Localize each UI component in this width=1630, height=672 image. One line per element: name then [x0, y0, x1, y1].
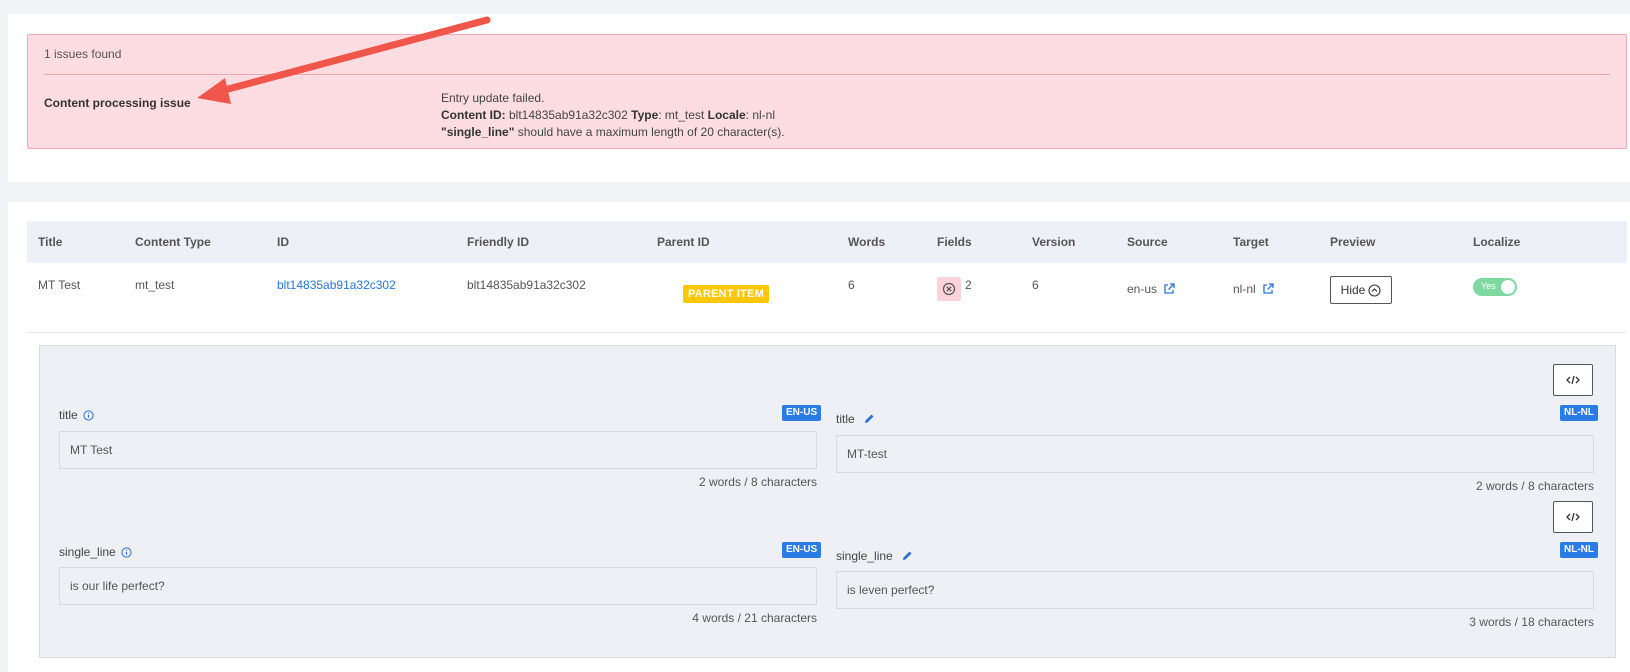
info-icon[interactable] [83, 410, 94, 421]
cell-fields: 2 [965, 278, 972, 292]
toggle-label: Yes [1481, 281, 1496, 291]
code-icon [1566, 512, 1580, 522]
target-field-single-line-label: single_line [836, 549, 913, 563]
field-error-text: should have a maximum length of 20 chara… [517, 125, 785, 139]
source-field-single-line-label: single_line [59, 545, 132, 559]
type-label: Type [631, 108, 659, 122]
entry-id-link[interactable]: blt14835ab91a32c302 [277, 278, 396, 292]
external-link-icon [1164, 283, 1176, 294]
header-version[interactable]: Version [1032, 235, 1075, 249]
target-locale-badge: NL-NL [1560, 405, 1598, 421]
header-target[interactable]: Target [1233, 235, 1269, 249]
toggle-knob [1501, 280, 1515, 294]
source-title-count: 2 words / 8 characters [698, 475, 817, 489]
chevron-up-circle-icon [1368, 283, 1381, 297]
cell-version: 6 [1032, 278, 1039, 292]
issue-field-error: "single_line" should have a maximum leng… [441, 124, 785, 141]
field-label-text: single_line [59, 545, 116, 559]
field-name: "single_line" [441, 125, 515, 139]
header-localize[interactable]: Localize [1473, 235, 1520, 249]
cell-title: MT Test [38, 278, 81, 292]
hide-preview-button[interactable]: Hide [1330, 276, 1392, 304]
source-locale-badge: EN-US [782, 405, 822, 421]
preview-panel [39, 345, 1616, 658]
header-id[interactable]: ID [277, 235, 289, 249]
locale-value: nl-nl [752, 108, 775, 122]
arrow-annotation-icon [197, 16, 491, 104]
cell-words: 6 [848, 278, 855, 292]
header-content-type[interactable]: Content Type [135, 235, 211, 249]
code-icon [1566, 375, 1580, 385]
issues-count: 1 issues found [44, 47, 122, 61]
target-title-input[interactable]: MT-test [836, 435, 1594, 473]
code-view-button[interactable] [1553, 501, 1593, 533]
header-friendly-id[interactable]: Friendly ID [467, 235, 529, 249]
field-label-text: title [836, 412, 855, 426]
pencil-icon[interactable] [863, 413, 875, 425]
source-single-line-field: is our life perfect? [59, 567, 817, 605]
header-title[interactable]: Title [38, 235, 62, 249]
target-field-title-label: title [836, 412, 875, 426]
issue-title: Content processing issue [44, 96, 191, 110]
cell-content-type: mt_test [135, 278, 175, 292]
table-header: Title Content Type ID Friendly ID Parent… [27, 221, 1627, 263]
target-single-line-input[interactable]: is leven perfect? [836, 571, 1594, 609]
content-id-value: blt14835ab91a32c302 [509, 108, 628, 122]
target-locale-link[interactable]: nl-nl [1233, 282, 1274, 296]
header-words[interactable]: Words [848, 235, 885, 249]
content-id-label: Content ID: [441, 108, 506, 122]
source-locale: en-us [1127, 282, 1158, 296]
code-view-button[interactable] [1553, 364, 1593, 396]
error-circle-icon[interactable] [937, 277, 961, 301]
target-single-line-count: 3 words / 18 characters [1469, 615, 1594, 629]
source-title-field: MT Test [59, 431, 817, 469]
external-link-icon [1263, 283, 1274, 294]
parent-item-badge: PARENT ITEM [683, 285, 769, 303]
header-fields[interactable]: Fields [937, 235, 972, 249]
source-field-title-label: title [59, 408, 94, 422]
source-single-line-count: 4 words / 21 characters [692, 611, 817, 625]
field-label-text: title [59, 408, 78, 422]
locale-label: Locale [707, 108, 746, 122]
cell-friendly-id: blt14835ab91a32c302 [467, 278, 586, 292]
target-title-count: 2 words / 8 characters [1475, 479, 1594, 493]
source-locale-link[interactable]: en-us [1127, 282, 1176, 296]
info-icon[interactable] [121, 547, 132, 558]
localize-toggle[interactable]: Yes [1473, 278, 1517, 296]
target-locale-badge: NL-NL [1560, 542, 1598, 558]
type-value: mt_test [664, 108, 705, 122]
header-source[interactable]: Source [1127, 235, 1168, 249]
pencil-icon[interactable] [901, 550, 913, 562]
header-parent-id[interactable]: Parent ID [657, 235, 710, 249]
hide-button-label: Hide [1340, 283, 1366, 297]
source-locale-badge: EN-US [782, 542, 822, 558]
header-preview[interactable]: Preview [1330, 235, 1375, 249]
field-label-text: single_line [836, 549, 893, 563]
table-row: MT Test mt_test blt14835ab91a32c302 blt1… [27, 263, 1627, 333]
target-locale: nl-nl [1233, 282, 1256, 296]
